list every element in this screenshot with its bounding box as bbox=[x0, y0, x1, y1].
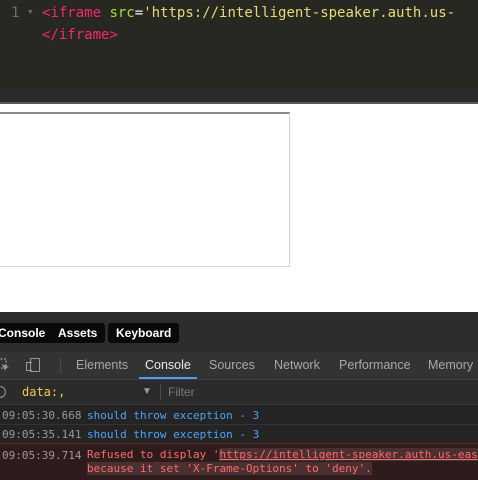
console-log: 09:05:30.668 should throw exception - 3 … bbox=[0, 405, 478, 480]
log-message: should throw exception - 3 bbox=[87, 409, 260, 422]
tab-performance[interactable]: Performance bbox=[339, 352, 411, 379]
error-line-2: because it set 'X-Frame-Options' to 'den… bbox=[87, 462, 372, 475]
error-url-link[interactable]: https://intelligent-speaker.auth.us-eas bbox=[219, 448, 478, 461]
code-equals: = bbox=[134, 5, 144, 21]
log-message: should throw exception - 3 bbox=[87, 428, 260, 441]
log-row[interactable]: 09:05:30.668 should throw exception - 3 bbox=[0, 405, 478, 425]
iframe-preview bbox=[0, 112, 290, 267]
inspect-cursor-icon[interactable] bbox=[0, 358, 10, 372]
code-editor[interactable]: 1 ▾ <iframe src='https://intelligent-spe… bbox=[0, 0, 478, 88]
tab-memory[interactable]: Memory bbox=[428, 352, 473, 379]
drawer-tab-console[interactable]: Console bbox=[0, 323, 54, 343]
code-close-tag: </iframe> bbox=[42, 27, 118, 43]
code-line-2[interactable]: </iframe> bbox=[42, 27, 118, 43]
error-row[interactable]: 09:05:39.714 Refused to display 'https:/… bbox=[0, 443, 478, 480]
log-row[interactable]: 09:05:35.141 should throw exception - 3 bbox=[0, 424, 478, 444]
tab-elements[interactable]: Elements bbox=[76, 352, 128, 379]
tab-sources[interactable]: Sources bbox=[209, 352, 255, 379]
device-toolbar-icon[interactable] bbox=[26, 358, 42, 372]
preview-area bbox=[0, 104, 478, 312]
tab-network[interactable]: Network bbox=[274, 352, 320, 379]
error-line2-prefix: because it set bbox=[87, 462, 187, 475]
code-line-1[interactable]: <iframe src='https://intelligent-speaker… bbox=[42, 5, 455, 21]
error-highlight: 'X-Frame-Options' to 'deny'. bbox=[186, 462, 372, 475]
context-select[interactable]: data:, bbox=[22, 380, 65, 404]
fold-arrow-icon[interactable]: ▾ bbox=[27, 5, 34, 18]
devtools-tab-bar: Elements Console Sources Network Perform… bbox=[0, 352, 478, 380]
code-attribute: src bbox=[109, 5, 135, 21]
drawer-tab-assets[interactable]: Assets bbox=[50, 323, 106, 343]
toolbar-divider bbox=[60, 358, 61, 373]
tab-console[interactable]: Console bbox=[139, 352, 197, 379]
error-line-1: Refused to display 'https://intelligent-… bbox=[87, 448, 478, 461]
drawer-tab-bar: Console Assets Keyboard bbox=[0, 312, 478, 352]
filter-input[interactable] bbox=[168, 382, 468, 402]
editor-separator bbox=[0, 88, 478, 102]
code-tag: iframe bbox=[50, 5, 102, 21]
clear-console-icon[interactable] bbox=[0, 386, 6, 398]
drawer-tab-keyboard[interactable]: Keyboard bbox=[108, 323, 180, 343]
console-toolbar: data:, ▼ bbox=[0, 380, 478, 405]
devtools-panel: Elements Console Sources Network Perform… bbox=[0, 352, 478, 480]
error-prefix: Refused to display ' bbox=[87, 448, 220, 461]
error-timestamp: 09:05:39.714 bbox=[2, 449, 82, 462]
log-timestamp: 09:05:35.141 bbox=[2, 428, 82, 441]
log-timestamp: 09:05:30.668 bbox=[2, 409, 82, 422]
line-number: 1 bbox=[11, 5, 20, 21]
dropdown-arrow-icon[interactable]: ▼ bbox=[142, 380, 152, 404]
filter-divider bbox=[160, 384, 161, 400]
code-string: 'https://intelligent-speaker.auth.us- bbox=[143, 5, 456, 21]
